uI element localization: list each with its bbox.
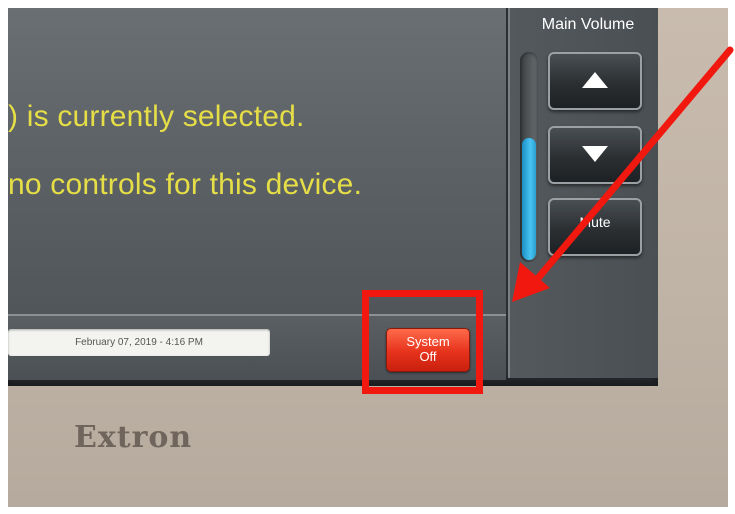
main-volume-title: Main Volume — [541, 16, 635, 33]
date-time-display: February 07, 2019 - 4:16 PM — [8, 329, 270, 356]
volume-meter-fill — [522, 138, 536, 260]
touch-screen: ) is currently selected. no controls for… — [8, 8, 658, 386]
volume-meter — [520, 52, 538, 262]
selected-source-message: ) is currently selected. — [8, 100, 305, 133]
message-display: ) is currently selected. no controls for… — [8, 8, 506, 314]
annotation-highlight-box — [362, 290, 483, 394]
mute-label: Mute — [579, 214, 611, 230]
no-controls-message: no controls for this device. — [8, 168, 363, 201]
extron-logo: Extron — [74, 420, 193, 455]
mute-button[interactable]: Mute — [548, 198, 642, 256]
volume-panel: Main Volume Mute — [508, 8, 658, 378]
touch-panel-photo: ) is currently selected. no controls for… — [8, 8, 728, 507]
triangle-down-icon — [582, 146, 608, 162]
volume-down-button[interactable] — [548, 126, 642, 184]
triangle-up-icon — [582, 72, 608, 88]
volume-up-button[interactable] — [548, 52, 642, 110]
